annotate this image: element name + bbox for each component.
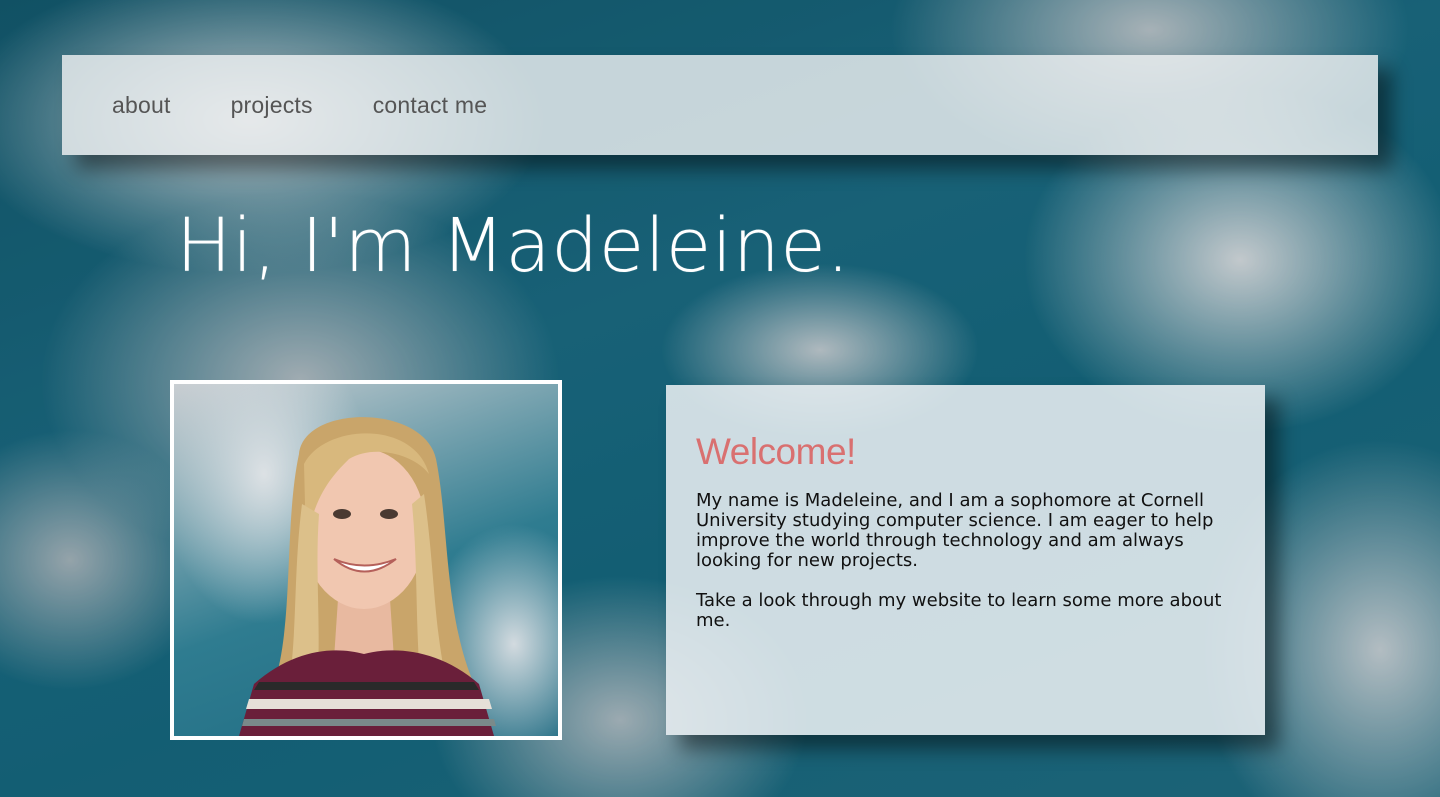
navbar: about projects contact me [62,55,1378,155]
portrait-illustration [239,417,496,736]
welcome-card: Welcome! My name is Madeleine, and I am … [666,385,1265,735]
profile-photo [170,380,562,740]
nav-projects-link[interactable]: projects [231,92,313,119]
nav-about-link[interactable]: about [112,92,171,119]
nav-contact-link[interactable]: contact me [373,92,488,119]
hero-title: Hi, I'm Madeleine. [176,203,851,289]
welcome-cta-paragraph: Take a look through my website to learn … [696,590,1222,631]
welcome-title: Welcome! [696,431,856,472]
welcome-intro-paragraph: My name is Madeleine, and I am a sophomo… [696,490,1214,571]
